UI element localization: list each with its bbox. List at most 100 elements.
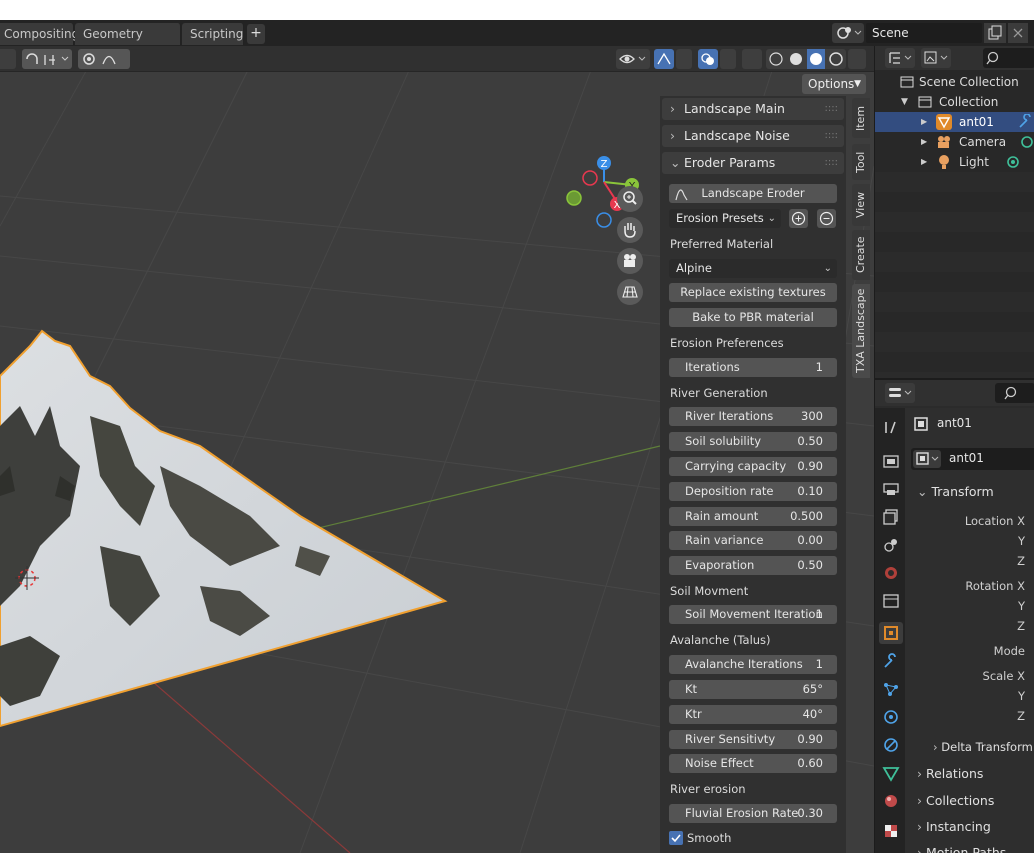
smooth-checkbox[interactable] [669,831,683,845]
soil-solubility-field[interactable]: Soil solubility 0.50 [669,432,837,451]
delta-transform-header[interactable]: › Delta Transform [933,740,1033,754]
tab-geometry-nodes[interactable]: Geometry Nodes [75,23,181,63]
object-browse-button[interactable] [913,450,941,468]
tab-tool-props[interactable] [879,416,903,438]
tab-collection[interactable] [879,590,903,612]
tab-particles[interactable] [879,678,903,700]
bake-pbr-button[interactable]: Bake to PBR material [669,308,837,327]
deposition-rate-field[interactable]: Deposition rate 0.10 [669,482,837,501]
expand-triangle-icon[interactable]: ▼ [901,92,908,112]
river-sensitivity-field[interactable]: River Sensitivty 0.90 [669,730,837,749]
eroder-params-header[interactable]: ⌄ Eroder Params:::: [662,152,844,174]
add-preset-button[interactable] [789,209,808,228]
tab-texture[interactable] [879,820,903,842]
landscape-eroder-button[interactable]: Landscape Eroder [669,184,837,203]
tab-tool[interactable]: Tool [852,144,870,180]
tab-create[interactable]: Create [852,230,870,280]
tab-modifiers[interactable] [879,650,903,672]
tab-compositing[interactable]: Compositing [0,23,79,45]
wireframe-shading-icon[interactable] [769,52,783,66]
kt-field[interactable]: Kt 65° [669,680,837,699]
tab-constraints[interactable] [879,734,903,756]
tab-item[interactable]: Item [852,98,870,138]
expand-triangle-icon[interactable]: ▶ [921,152,927,172]
new-scene-button[interactable] [984,23,1006,43]
xray-toggle[interactable] [742,49,762,69]
landscape-main-header[interactable]: › Landscape Main:::: [662,98,844,120]
erosion-presets-dropdown[interactable]: Erosion Presets ⌄ [669,209,781,228]
collections-header[interactable]: › Collections [917,793,994,808]
tab-output[interactable] [879,478,903,500]
transform-pivot-button[interactable] [0,49,16,69]
tab-scene[interactable] [879,534,903,556]
expand-triangle-icon[interactable]: ▶ [921,112,927,132]
display-mode-dropdown[interactable] [885,48,915,68]
scene-name-field[interactable]: Scene [866,23,982,43]
pan-button[interactable] [617,217,643,243]
smooth-label[interactable]: Smooth [687,831,731,845]
evaporation-field[interactable]: Evaporation 0.50 [669,556,837,575]
perspective-toggle-button[interactable] [617,279,643,305]
proportional-editing-toggle[interactable] [78,49,130,69]
filter-dropdown[interactable] [921,48,951,68]
outliner-item-camera[interactable]: ▶ Camera [875,132,1034,152]
expand-triangle-icon[interactable]: ▶ [921,132,927,152]
3d-viewport[interactable]: Options ▼ Z Y X ›Landscape Main:::: ›Lan… [0,46,874,853]
carrying-capacity-field[interactable]: Carrying capacity 0.90 [669,457,837,476]
ktr-field[interactable]: Ktr 40° [669,705,837,724]
gizmo-toggle[interactable] [654,49,674,69]
tab-scripting[interactable]: Scripting [182,23,244,45]
transform-panel-header[interactable]: ⌄ Transform [917,484,994,499]
camera-view-button[interactable] [617,248,643,274]
rendered-shading-icon[interactable] [829,52,843,66]
outliner-item-light[interactable]: ▶ Light [875,152,1034,172]
tab-view[interactable]: View [852,184,870,226]
tab-object[interactable] [879,622,903,644]
replace-textures-button[interactable]: Replace existing textures [669,283,837,302]
remove-preset-button[interactable] [817,209,836,228]
tab-object-data[interactable] [879,762,903,784]
tab-txa-landscape[interactable]: TXA Landscape [852,284,870,378]
river-iterations-field[interactable]: River Iterations 300 [669,407,837,426]
add-workspace-button[interactable]: + [247,24,265,44]
options-dropdown[interactable]: Options ▼ [802,74,866,94]
preferred-material-dropdown[interactable]: Alpine ⌄ [669,259,837,278]
rain-variance-field[interactable]: Rain variance 0.00 [669,531,837,550]
delete-scene-button[interactable] [1008,23,1028,43]
tab-physics[interactable] [879,706,903,728]
outliner-collection[interactable]: ▼ Collection [875,92,1034,112]
zoom-button[interactable] [617,186,643,212]
rain-amount-field[interactable]: Rain amount 0.500 [669,507,837,526]
overlays-dropdown[interactable] [720,49,736,69]
noise-effect-field[interactable]: Noise Effect 0.60 [669,754,837,773]
visibility-dropdown[interactable] [616,49,650,69]
drag-grip-icon[interactable]: :::: [825,152,838,174]
terrain-mesh[interactable] [0,329,448,728]
scene-browse-button[interactable] [832,23,864,43]
soil-movement-iteration-field[interactable]: Soil Movement Iteration 1 [669,605,837,624]
tab-world[interactable] [879,562,903,584]
solid-shading-icon[interactable] [790,53,802,65]
tab-view-layer[interactable] [879,506,903,528]
instancing-header[interactable]: › Instancing [917,819,991,834]
tab-render[interactable] [879,450,903,472]
drag-grip-icon[interactable]: :::: [825,125,838,147]
motion-paths-header[interactable]: › Motion Paths [917,845,1006,853]
object-name-field[interactable]: ant01 [911,448,1034,470]
iterations-field[interactable]: Iterations 1 [669,358,837,377]
fluvial-erosion-rate-field[interactable]: Fluvial Erosion Rate 0.30 [669,804,837,823]
properties-search-input[interactable] [995,383,1034,403]
outliner-search-input[interactable] [983,48,1034,68]
overlays-toggle[interactable] [698,49,718,69]
drag-grip-icon[interactable]: :::: [825,98,838,120]
snap-toggle[interactable] [22,49,72,69]
avalanche-iterations-field[interactable]: Avalanche Iterations 1 [669,655,837,674]
outliner-scene-collection[interactable]: Scene Collection [875,72,1034,92]
material-preview-icon[interactable] [810,53,822,65]
tab-material[interactable] [879,790,903,812]
gizmo-dropdown[interactable] [676,49,692,69]
editor-type-dropdown[interactable] [885,383,915,403]
relations-header[interactable]: › Relations [917,766,983,781]
landscape-noise-header[interactable]: › Landscape Noise:::: [662,125,844,147]
shading-dropdown[interactable] [848,49,866,69]
